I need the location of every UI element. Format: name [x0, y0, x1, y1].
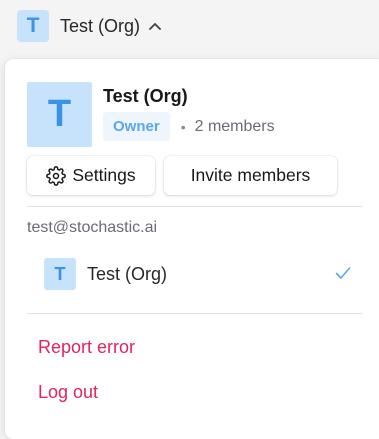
org-switcher[interactable]: T Test (Org) [17, 10, 162, 42]
current-org-header: T Test (Org) Owner • 2 members [27, 82, 275, 147]
report-error-link[interactable]: Report error [38, 337, 135, 358]
meta-separator: • [180, 118, 186, 135]
chevron-up-icon [148, 19, 162, 33]
invite-members-label: Invite members [190, 165, 311, 185]
current-org-avatar: T [27, 82, 92, 147]
invite-members-button[interactable]: Invite members [164, 156, 337, 195]
check-icon [335, 267, 351, 279]
member-count: 2 members [194, 117, 275, 135]
org-switcher-label: Test (Org) [60, 15, 141, 36]
account-email: test@stochastic.ai [27, 219, 158, 236]
org-actions: Settings Invite members [27, 156, 337, 195]
divider [27, 313, 362, 314]
org-list-avatar: T [44, 258, 76, 290]
current-org-info: Test (Org) Owner • 2 members [103, 82, 275, 147]
org-dropdown-panel: T Test (Org) Owner • 2 members Settings … [5, 59, 379, 439]
role-badge: Owner [103, 112, 170, 141]
current-org-name: Test (Org) [103, 86, 188, 106]
org-list-item[interactable]: T Test (Org) [27, 254, 362, 294]
settings-button-label: Settings [72, 165, 136, 185]
current-org-meta: Owner • 2 members [103, 112, 275, 141]
settings-button[interactable]: Settings [27, 156, 155, 195]
divider [27, 206, 362, 207]
log-out-link[interactable]: Log out [38, 382, 98, 403]
gear-icon [46, 165, 67, 186]
org-list-name: Test (Org) [87, 263, 168, 284]
org-avatar: T [17, 10, 49, 42]
